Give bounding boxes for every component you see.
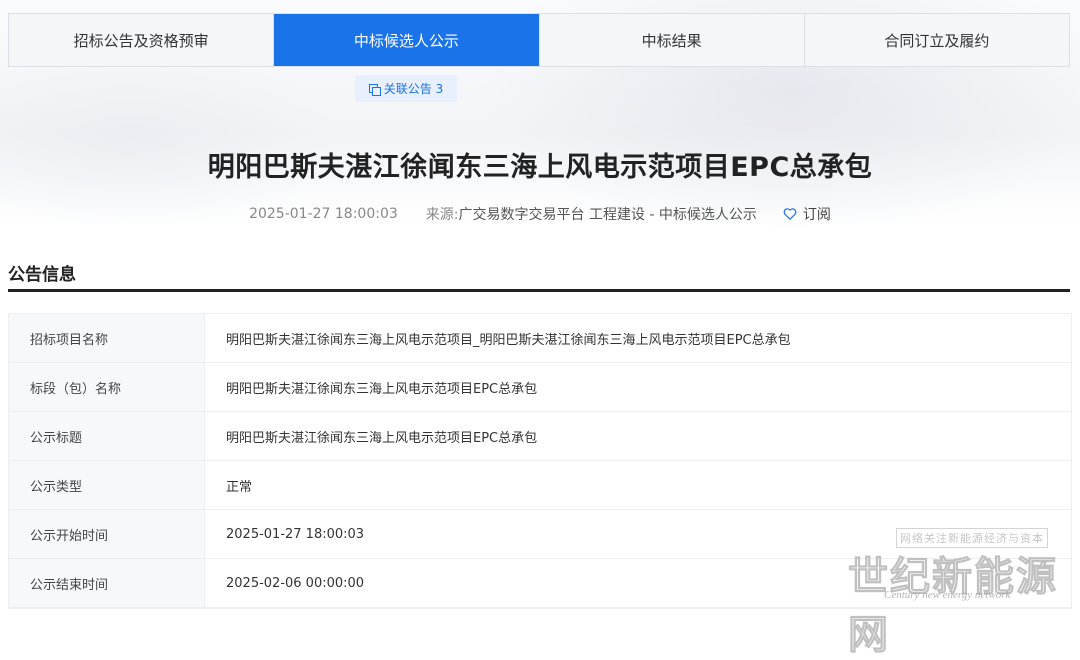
notice-meta: 2025-01-27 18:00:03 来源: 广交易数字交易平台 工程建设 -… xyxy=(0,204,1080,224)
source-label: 来源: xyxy=(425,207,459,223)
row-value: 2025-01-27 18:00:03 xyxy=(226,526,365,542)
section-title: 公告信息 xyxy=(8,265,76,285)
row-key: 标段（包）名称 xyxy=(9,363,205,411)
heart-icon xyxy=(783,208,797,220)
notice-stage-tabs: 招标公告及资格预审 中标候选人公示 中标结果 合同订立及履约 xyxy=(8,13,1070,67)
row-value: 明阳巴斯夫湛江徐闻东三海上风电示范项目_明阳巴斯夫湛江徐闻东三海上风电示范项目E… xyxy=(226,332,791,348)
publish-date: 2025-01-27 18:00:03 xyxy=(249,206,398,222)
table-row: 公示开始时间 2025-01-27 18:00:03 xyxy=(9,510,1071,559)
table-row: 招标项目名称 明阳巴斯夫湛江徐闻东三海上风电示范项目_明阳巴斯夫湛江徐闻东三海上… xyxy=(9,314,1071,363)
table-row: 标段（包）名称 明阳巴斯夫湛江徐闻东三海上风电示范项目EPC总承包 xyxy=(9,363,1071,412)
row-key: 公示类型 xyxy=(9,461,205,509)
page-title: 明阳巴斯夫湛江徐闻东三海上风电示范项目EPC总承包 xyxy=(207,152,873,183)
tab-winning-result[interactable]: 中标结果 xyxy=(539,14,805,66)
source-value: 广交易数字交易平台 工程建设 - 中标候选人公示 xyxy=(458,207,757,223)
row-key: 公示结束时间 xyxy=(9,559,205,607)
related-announcements-label: 关联公告 3 xyxy=(383,82,444,96)
table-row: 公示结束时间 2025-02-06 00:00:00 xyxy=(9,559,1071,608)
related-announcements-button[interactable]: 关联公告 3 xyxy=(355,75,457,102)
row-key: 公示开始时间 xyxy=(9,510,205,558)
row-value: 正常 xyxy=(226,479,253,495)
table-row: 公示类型 正常 xyxy=(9,461,1071,510)
row-value: 明阳巴斯夫湛江徐闻东三海上风电示范项目EPC总承包 xyxy=(226,381,538,397)
section-divider xyxy=(8,289,1070,292)
subscribe-label: 订阅 xyxy=(802,207,831,223)
row-value: 明阳巴斯夫湛江徐闻东三海上风电示范项目EPC总承包 xyxy=(226,430,538,446)
table-row: 公示标题 明阳巴斯夫湛江徐闻东三海上风电示范项目EPC总承包 xyxy=(9,412,1071,461)
tab-winning-candidates[interactable]: 中标候选人公示 xyxy=(274,14,540,66)
tab-contract[interactable]: 合同订立及履约 xyxy=(804,14,1069,66)
row-key: 招标项目名称 xyxy=(9,314,205,362)
row-key: 公示标题 xyxy=(9,412,205,460)
tab-bidding-announcement[interactable]: 招标公告及资格预审 xyxy=(9,14,275,66)
notice-info-table: 招标项目名称 明阳巴斯夫湛江徐闻东三海上风电示范项目_明阳巴斯夫湛江徐闻东三海上… xyxy=(8,313,1072,609)
copy-icon xyxy=(368,83,381,96)
background-decoration xyxy=(0,40,340,225)
subscribe-button[interactable]: 订阅 xyxy=(783,204,831,224)
row-value: 2025-02-06 00:00:00 xyxy=(226,575,365,591)
